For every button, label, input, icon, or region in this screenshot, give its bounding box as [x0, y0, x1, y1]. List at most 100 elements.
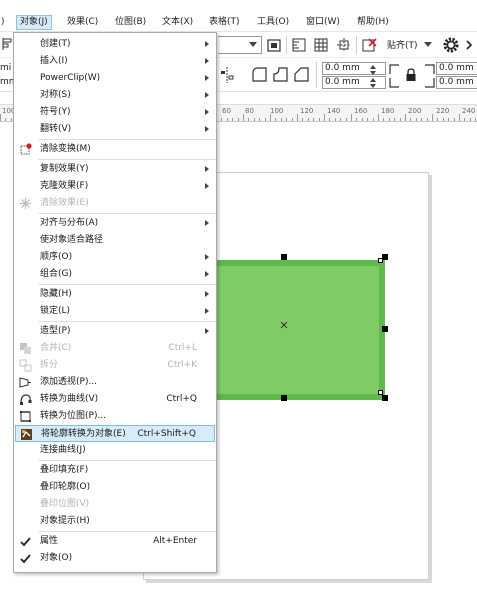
toolbar-chevron-right-icon[interactable] [465, 40, 473, 50]
menubar-item-bitmaps[interactable]: 位图(B) [112, 15, 149, 30]
menubar-item-object[interactable]: 对象(J) [16, 15, 52, 30]
menu-separator [38, 460, 216, 461]
clear-transform-icon [20, 143, 32, 155]
submenu-arrow-icon [205, 220, 209, 226]
menu-item-label: 添加透视(P)... [40, 377, 98, 387]
selection-handle-bottom-right[interactable] [382, 395, 388, 401]
menu-bar: ) 对象(J) 效果(C) 位图(B) 文本(X) 表格(T) 工具(O) 窗口… [0, 0, 477, 32]
menu-item[interactable]: 造型(P) [15, 323, 215, 340]
menu-item[interactable]: 对象提示(H) [15, 513, 215, 530]
perspective-icon [19, 377, 31, 388]
menu-item[interactable]: 叠印轮廓(O) [15, 479, 215, 496]
menu-item[interactable]: 克隆效果(F) [15, 178, 215, 195]
ruler-tick [313, 118, 315, 121]
ruler-tick [432, 114, 433, 121]
selection-handle-bottom-center[interactable] [281, 395, 287, 401]
snap-off-icon[interactable] [361, 37, 378, 53]
ruler-label: 120 [300, 107, 314, 115]
ruler-tick [264, 118, 266, 121]
menu-item-label: PowerClip(W) [40, 73, 101, 83]
menu-item[interactable]: 使对象适合路径 [15, 232, 215, 249]
corner-top-right-icon[interactable] [423, 63, 437, 75]
menu-item-label: 拆分 [40, 360, 59, 370]
menu-item[interactable]: 创建(T) [15, 36, 215, 53]
mirror-icon[interactable] [219, 66, 235, 84]
menubar-item-window[interactable]: 窗口(W) [303, 15, 343, 30]
full-screen-icon[interactable] [266, 38, 282, 53]
menu-item[interactable]: 对象(O) [15, 550, 215, 567]
menu-item-label: 对称(S) [40, 90, 71, 100]
menu-item-shortcut: Ctrl+Q [166, 394, 197, 404]
object-width-partial[interactable]: mi [0, 62, 11, 74]
menu-item[interactable]: 对称(S) [15, 87, 215, 104]
green-rectangle[interactable] [211, 260, 385, 400]
menu-item-label: 清除变换(M) [40, 144, 91, 154]
menubar-item-partial[interactable]: ) [0, 15, 8, 30]
menu-item[interactable]: 清除变换(M) [15, 141, 215, 158]
menu-item[interactable]: 复制效果(Y) [15, 161, 215, 178]
ruler-tick [459, 114, 460, 121]
submenu-arrow-icon [205, 109, 209, 115]
snap-to-label[interactable]: 贴齐(T) [387, 40, 418, 52]
corner-bottom-right-icon[interactable] [423, 77, 437, 89]
menu-item[interactable]: 插入(I) [15, 53, 215, 70]
corner-top-icon[interactable] [387, 63, 401, 75]
submenu-arrow-icon [205, 328, 209, 334]
zoom-dropdown-chevron-icon[interactable] [249, 42, 257, 48]
menu-item[interactable]: 将轮廓转换为对象(E) Ctrl+Shift+Q [15, 425, 215, 442]
corner-offset-3-value: 0.0 mm [439, 63, 474, 73]
break-apart-icon [19, 359, 32, 372]
menu-item[interactable]: 添加透视(P)... [15, 374, 215, 391]
menu-item[interactable]: 顺序(O) [15, 249, 215, 266]
show-grid-icon[interactable] [313, 37, 329, 53]
menu-item[interactable]: 转换为位图(P)... [15, 408, 215, 425]
menubar-item-help[interactable]: 帮助(H) [354, 15, 392, 30]
menu-item[interactable]: 锁定(L) [15, 303, 215, 320]
show-rulers-icon[interactable] [291, 37, 307, 53]
scalloped-corner-icon[interactable] [272, 66, 289, 83]
lock-icon[interactable] [405, 68, 417, 82]
menubar-item-text[interactable]: 文本(X) [159, 15, 196, 30]
ruler-tick [253, 118, 255, 121]
ruler-tick [270, 114, 271, 121]
ruler-tick [5, 118, 7, 121]
menu-item[interactable]: 隐藏(H) [15, 286, 215, 303]
menu-item[interactable]: 对齐与分布(A) [15, 215, 215, 232]
menu-item[interactable]: 连接曲线(J) [15, 442, 215, 459]
menu-item[interactable]: 组合(G) [15, 266, 215, 283]
ruler-label: 60 [222, 107, 231, 115]
selection-handle-top-center[interactable] [281, 254, 287, 260]
gear-icon[interactable] [442, 36, 460, 54]
ruler-tick [248, 118, 250, 121]
selection-handle-middle-right[interactable] [382, 326, 388, 332]
ruler-tick [399, 118, 401, 121]
offset-spinner-icon[interactable] [366, 64, 386, 88]
ruler-tick [372, 118, 374, 121]
round-corner-icon[interactable] [251, 66, 268, 83]
menu-item[interactable]: PowerClip(W) [15, 70, 215, 87]
chamfer-corner-icon[interactable] [293, 66, 310, 83]
show-guidelines-icon[interactable] [336, 37, 352, 53]
menu-item[interactable]: 翻转(V) [15, 121, 215, 138]
ruler-tick [453, 118, 455, 121]
menu-item[interactable]: 符号(Y) [15, 104, 215, 121]
ruler-tick [378, 114, 379, 121]
align-icon[interactable] [2, 38, 13, 51]
submenu-arrow-icon [205, 166, 209, 172]
menu-item[interactable]: 转换为曲线(V) Ctrl+Q [15, 391, 215, 408]
menu-item-label: 对齐与分布(A) [40, 218, 99, 228]
menubar-item-table[interactable]: 表格(T) [206, 15, 243, 30]
node-handle-top-right[interactable] [378, 258, 383, 263]
corner-bottom-icon[interactable] [387, 77, 401, 89]
ruler-tick [464, 118, 466, 121]
ruler-label: 80 [245, 107, 254, 115]
node-handle-bottom-right[interactable] [378, 390, 383, 395]
menu-item[interactable]: 叠印填充(F) [15, 462, 215, 479]
ruler-tick [383, 118, 385, 121]
toolbar-separator [356, 36, 357, 54]
snap-dropdown-chevron-icon[interactable] [424, 42, 432, 48]
menu-item[interactable]: 属性 Alt+Enter [15, 533, 215, 550]
menubar-item-tools[interactable]: 工具(O) [254, 15, 292, 30]
menubar-item-effects[interactable]: 效果(C) [64, 15, 101, 30]
menu-item: 叠印位图(V) [15, 496, 215, 513]
